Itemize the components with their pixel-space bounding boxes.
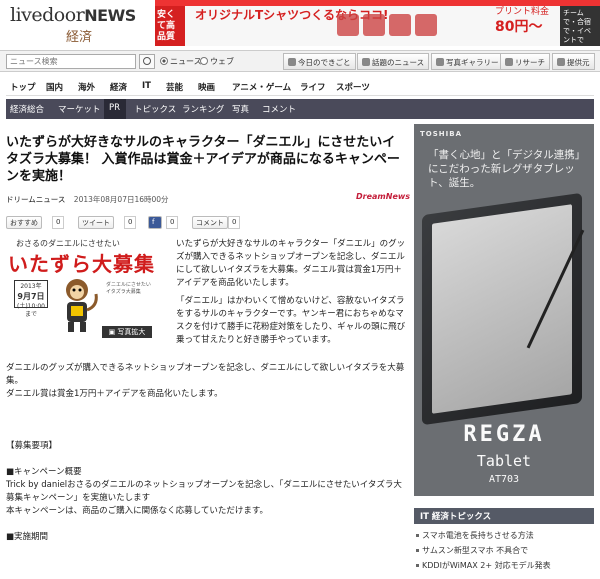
body-heading: ■キャンペーン概要 <box>6 467 82 477</box>
radio-news[interactable]: ニュース <box>160 56 202 67</box>
facebook-count: 0 <box>166 216 179 229</box>
tablet-image <box>422 192 582 426</box>
main-nav: トップ 国内 海外 経済 IT 芸能 映画 アニメ・ゲーム ライフ スポーツ <box>6 78 594 96</box>
hot-icon <box>362 58 370 66</box>
daniel-monkey-illustration <box>66 279 98 332</box>
lead-paragraph: いたずらが大好きなサルのキャラクター「ダニエル」のグッズが購入できるネットショッ… <box>176 239 406 288</box>
ad-product: REGZA <box>463 422 545 447</box>
search-bar: ニュース ウェブ 今日のできごと 話題のニュース 写真ギャラリー リサーチ 提供… <box>0 50 600 72</box>
body-paragraph: 本キャンペーンは、商品のご購入に関係なく応募していただけます。 <box>6 506 268 516</box>
subnav-ranking[interactable]: ランキング <box>182 103 224 115</box>
sidebar-ad[interactable]: TOSHIBA 「書く心地」と「デジタル連携」にこだわった新レグザタブレット、誕… <box>414 124 594 496</box>
tweet-count: 0 <box>124 216 137 229</box>
body-paragraph: ダニエルのグッズが購入できるネットショップオープンを記念し、ダニエルにして欲しい… <box>6 363 405 386</box>
topic-item[interactable]: スマホ電池を長持ちさせる方法 <box>414 530 594 541</box>
ad-copy: 「書く心地」と「デジタル連携」にこだわった新レグザタブレット、誕生。 <box>428 149 586 189</box>
header-banner-ad[interactable]: 安くて高品質 オリジナルTシャツつくるならココ! プリント料金 80円〜 チーム… <box>155 0 600 46</box>
banner-price: 80円〜 <box>495 19 543 35</box>
promo-date-box: 2013年 9月7日 (土)10:00まで <box>14 280 48 318</box>
promo-note: ダニエルにさせたいイタズラ大募集 <box>106 282 151 295</box>
list-icon <box>557 58 565 66</box>
banner-right-label: チームで・合宿で・イベントで <box>560 6 600 46</box>
article-meta: ドリームニュース 2013年08月07日16時00分 <box>6 194 169 205</box>
nav-life[interactable]: ライフ <box>300 81 326 93</box>
nav-top[interactable]: トップ <box>10 81 36 93</box>
article-source[interactable]: ドリームニュース <box>6 195 65 204</box>
tool-hot-news[interactable]: 話題のニュース <box>357 53 430 70</box>
promo-headline: いたずら大募集 <box>8 252 155 276</box>
osusume-count: 0 <box>52 216 65 229</box>
subnav-topics[interactable]: トピックス <box>134 103 176 115</box>
photo-icon <box>436 58 444 66</box>
nav-world[interactable]: 海外 <box>78 81 95 93</box>
osusume-button[interactable]: おすすめ <box>6 216 42 229</box>
article-title: いたずらが大好きなサルのキャラクター「ダニエル」にさせたいイタズラ大募集！ 入賞… <box>6 135 400 184</box>
tool-research[interactable]: リサーチ <box>500 53 550 70</box>
research-icon <box>505 58 513 66</box>
nav-it[interactable]: IT <box>142 81 151 91</box>
tool-provider[interactable]: 提供元 <box>552 53 595 70</box>
subnav-photo[interactable]: 写真 <box>232 103 249 115</box>
dreamnews-logo[interactable]: DreamNews <box>356 192 410 201</box>
nav-domestic[interactable]: 国内 <box>46 81 63 93</box>
article-body: ダニエルのグッズが購入できるネットショップオープンを記念し、ダニエルにして欲しい… <box>6 362 406 544</box>
body-paragraph: ダニエル賞は賞金1万円＋アイデアを商品化いたします。 <box>6 389 223 399</box>
body-heading: 【募集要項】 <box>6 441 58 451</box>
radio-unchecked-icon <box>200 57 208 65</box>
topic-item[interactable]: サムスン新型スマホ 不具合で <box>414 545 594 556</box>
subnav-comment[interactable]: コメント <box>262 103 296 115</box>
nav-anime-game[interactable]: アニメ・ゲーム <box>232 81 291 93</box>
article: いたずらが大好きなサルのキャラクター「ダニエル」にさせたいイタズラ大募集！ 入賞… <box>6 134 410 542</box>
nav-movies[interactable]: 映画 <box>198 81 215 93</box>
site-logo[interactable]: livedoorNEWS 経済 <box>10 4 136 45</box>
body-heading: ■実施期間 <box>6 532 49 542</box>
tool-today[interactable]: 今日のできごと <box>283 53 356 70</box>
subnav-pr[interactable]: PR <box>109 103 120 113</box>
article-lead: いたずらが大好きなサルのキャラクター「ダニエル」のグッズが購入できるネットショッ… <box>176 238 406 352</box>
comment-button[interactable]: コメント <box>192 216 228 229</box>
article-image[interactable]: おさるのダニエルにさせたい いたずら大募集 2013年 9月7日 (土)10:0… <box>6 238 156 338</box>
topic-item[interactable]: KDDIがWiMAX 2+ 対応モデル発表 <box>414 560 594 571</box>
lead-paragraph: 「ダニエル」はかわいくて憎めないけど、容赦ないイタズラをするサルのキャラクターで… <box>176 296 406 345</box>
photo-enlarge-button[interactable]: ▣ 写真拡大 <box>102 326 152 338</box>
body-paragraph: Trick by danielおさるのダニエルのネットショップオープンを記念し、… <box>6 480 402 503</box>
banner-left-label: 安くて高品質 <box>155 6 185 46</box>
subnav-economy-all[interactable]: 経済総合 <box>10 103 44 115</box>
facebook-like-button[interactable]: f <box>148 216 162 229</box>
search-input[interactable] <box>6 54 136 69</box>
sub-nav: 経済総合 マーケット PR トピックス ランキング 写真 コメント <box>6 99 594 119</box>
logo-section: 経済 <box>66 30 93 45</box>
subnav-market[interactable]: マーケット <box>58 103 101 115</box>
article-date: 2013年08月07日16時00分 <box>73 195 169 204</box>
nav-entertainment[interactable]: 芸能 <box>166 81 183 93</box>
tool-photo-gallery[interactable]: 写真ギャラリー <box>431 53 504 70</box>
comment-count: 0 <box>228 216 241 229</box>
ad-brand: TOSHIBA <box>420 130 462 138</box>
ad-product-line: Tablet <box>476 452 532 470</box>
logo-livedoor: livedoorNEWS <box>10 4 136 26</box>
search-button[interactable] <box>139 54 155 69</box>
radio-checked-icon <box>160 57 168 65</box>
radio-web[interactable]: ウェブ <box>200 56 234 67</box>
site-header: livedoorNEWS 経済 安くて高品質 オリジナルTシャツつくるならココ!… <box>0 0 600 48</box>
topics-heading: IT 経済トピックス <box>414 508 594 524</box>
nav-sports[interactable]: スポーツ <box>336 81 370 93</box>
tweet-button[interactable]: ツイート <box>78 216 114 229</box>
banner-tshirt-images <box>335 10 455 42</box>
social-buttons: おすすめ 0 ツイート 0 f 0 コメント 0 <box>6 216 406 232</box>
ad-model: AT703 <box>488 474 520 485</box>
calendar-icon <box>288 58 296 66</box>
nav-economy[interactable]: 経済 <box>110 81 127 93</box>
